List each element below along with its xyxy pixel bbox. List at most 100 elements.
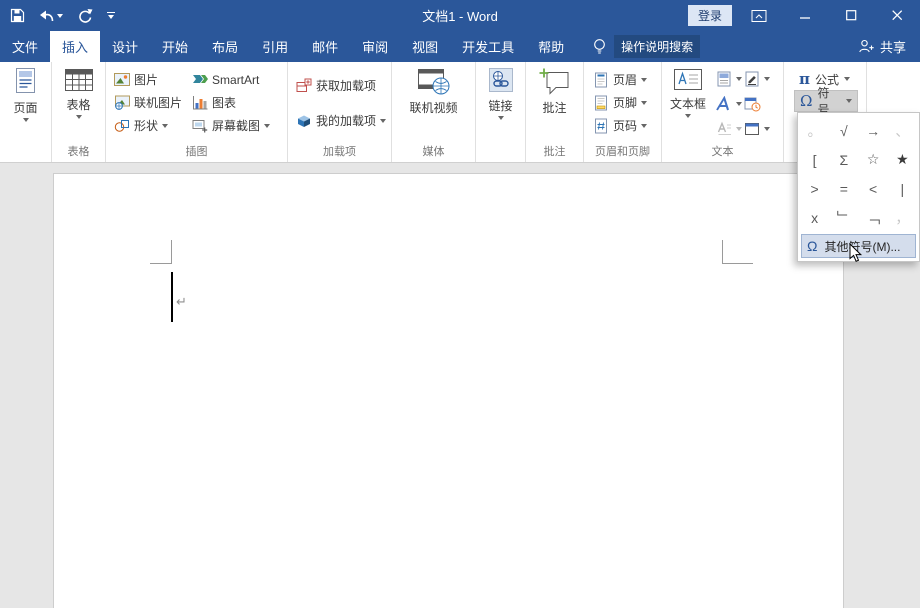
page-number-button[interactable]: 页码 xyxy=(593,114,661,137)
tab-design[interactable]: 设计 xyxy=(100,31,150,62)
symbol-cell[interactable]: [ xyxy=(800,145,829,174)
tab-help[interactable]: 帮助 xyxy=(526,31,576,62)
symbol-cell[interactable]: √ xyxy=(829,116,858,145)
chevron-down-icon xyxy=(498,116,504,120)
chart-button[interactable]: 图表 xyxy=(192,91,270,114)
symbol-cell[interactable]: → xyxy=(859,116,888,145)
symbol-cell[interactable]: > xyxy=(800,174,829,203)
object-button[interactable] xyxy=(744,117,770,140)
redo-icon xyxy=(77,8,93,23)
quick-parts-button[interactable] xyxy=(716,67,742,90)
tab-layout[interactable]: 布局 xyxy=(200,31,250,62)
get-addins-icon xyxy=(296,78,312,93)
smartart-button[interactable]: SmartArt xyxy=(192,68,270,91)
header-button[interactable]: 页眉 xyxy=(593,68,661,91)
undo-dropdown-icon[interactable] xyxy=(57,14,63,18)
picture-button[interactable]: 图片 xyxy=(114,68,182,91)
pages-button[interactable]: 页面 xyxy=(0,62,51,144)
signature-line-icon xyxy=(744,71,760,87)
group-label-addins: 加载项 xyxy=(288,144,391,162)
tab-mailings[interactable]: 邮件 xyxy=(300,31,350,62)
signature-line-button[interactable] xyxy=(744,67,770,90)
footer-icon xyxy=(593,95,609,111)
recent-symbols-grid: 。 √ → 、 [ Σ ☆ ★ > = < | x ﹂ ﹁ ， xyxy=(800,116,917,232)
link-button[interactable]: 链接 xyxy=(476,62,525,144)
symbol-cell[interactable]: Σ xyxy=(829,145,858,174)
wordart-button[interactable] xyxy=(716,92,742,115)
undo-button[interactable] xyxy=(39,9,63,23)
group-text: 文本框 xyxy=(662,62,784,162)
maximize-button[interactable] xyxy=(828,0,874,31)
drop-cap-button[interactable] xyxy=(716,117,742,140)
footer-button[interactable]: 页脚 xyxy=(593,91,661,114)
share-button[interactable]: 共享 xyxy=(858,31,906,62)
document-area[interactable]: ↵ xyxy=(0,163,920,608)
sign-in-button[interactable]: 登录 xyxy=(688,5,732,26)
chevron-down-icon xyxy=(736,77,742,81)
symbol-cell[interactable]: ☆ xyxy=(859,145,888,174)
table-icon xyxy=(64,67,94,94)
picture-icon xyxy=(114,72,130,87)
get-addins-button[interactable]: 获取加载项 xyxy=(296,74,391,97)
minimize-button[interactable] xyxy=(782,0,828,31)
symbol-cell[interactable]: = xyxy=(829,174,858,203)
save-button[interactable] xyxy=(10,8,25,23)
symbol-cell[interactable]: | xyxy=(888,174,917,203)
document-page[interactable] xyxy=(53,173,844,608)
tab-view[interactable]: 视图 xyxy=(400,31,450,62)
header-label: 页眉 xyxy=(613,71,637,88)
symbol-cell[interactable]: x xyxy=(800,203,829,232)
shapes-button[interactable]: 形状 xyxy=(114,114,182,137)
table-button[interactable]: 表格 xyxy=(52,62,105,144)
shapes-label: 形状 xyxy=(134,117,158,134)
symbol-cell[interactable]: ★ xyxy=(888,145,917,174)
chevron-down-icon xyxy=(380,119,386,123)
symbol-omega-icon: Ω xyxy=(800,92,812,110)
chevron-down-icon xyxy=(736,102,742,106)
customize-qat-button[interactable] xyxy=(107,12,115,19)
group-pages: 页面 xyxy=(0,62,52,162)
comment-button[interactable]: 批注 xyxy=(526,62,583,144)
shapes-icon xyxy=(114,118,130,133)
my-addins-icon xyxy=(296,113,312,128)
group-label-illustrations: 插图 xyxy=(106,144,287,162)
group-addins: 获取加载项 我的加载项 加载项 xyxy=(288,62,392,162)
group-label-header-footer: 页眉和页脚 xyxy=(584,144,661,162)
paragraph-mark: ↵ xyxy=(176,294,187,310)
chevron-down-icon xyxy=(162,124,168,128)
tab-home[interactable]: 开始 xyxy=(150,31,200,62)
tab-review[interactable]: 审阅 xyxy=(350,31,400,62)
redo-button[interactable] xyxy=(77,8,93,23)
screenshot-button[interactable]: 屏幕截图 xyxy=(192,114,270,137)
tab-developer[interactable]: 开发工具 xyxy=(450,31,526,62)
tab-insert[interactable]: 插入 xyxy=(50,31,100,62)
textbox-icon xyxy=(673,67,703,93)
online-video-button[interactable]: 联机视频 xyxy=(392,62,475,144)
chevron-down-icon xyxy=(736,127,742,131)
online-pictures-button[interactable]: 联机图片 xyxy=(114,91,182,114)
tell-me-search[interactable]: 操作说明搜索 xyxy=(592,31,700,62)
chevron-down-icon xyxy=(764,127,770,131)
tab-file[interactable]: 文件 xyxy=(0,31,50,62)
chevron-down-icon xyxy=(23,118,29,122)
symbol-cell[interactable]: ﹂ xyxy=(829,203,858,232)
symbol-button[interactable]: Ω 符号 xyxy=(794,90,858,112)
ribbon-display-options-button[interactable] xyxy=(736,0,782,31)
search-input[interactable]: 操作说明搜索 xyxy=(614,35,700,58)
symbol-cell[interactable]: 、 xyxy=(888,116,917,145)
date-time-button[interactable] xyxy=(744,92,770,115)
symbol-cell[interactable]: ﹁ xyxy=(859,203,888,232)
my-addins-button[interactable]: 我的加载项 xyxy=(296,109,391,132)
online-video-icon xyxy=(417,67,451,97)
textbox-button[interactable]: 文本框 xyxy=(666,62,710,144)
symbol-cell[interactable]: ， xyxy=(888,203,917,232)
symbol-cell[interactable]: 。 xyxy=(800,116,829,145)
tab-references[interactable]: 引用 xyxy=(250,31,300,62)
close-icon xyxy=(892,10,903,21)
close-button[interactable] xyxy=(874,0,920,31)
header-icon xyxy=(593,72,609,88)
my-addins-label: 我的加载项 xyxy=(316,112,376,129)
group-label-table: 表格 xyxy=(52,144,105,162)
chevron-down-icon xyxy=(108,15,114,19)
symbol-cell[interactable]: < xyxy=(859,174,888,203)
